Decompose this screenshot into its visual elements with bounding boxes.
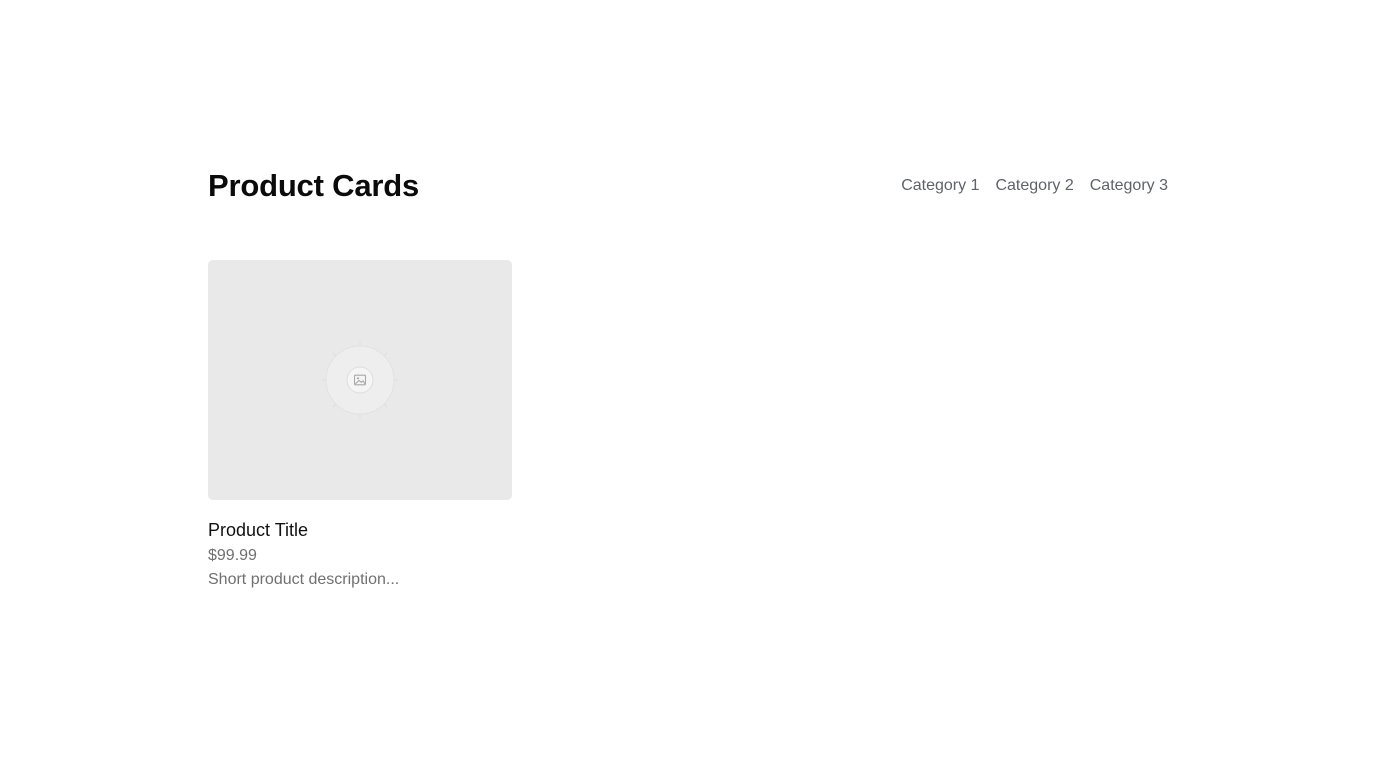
- category-link-1[interactable]: Category 1: [901, 176, 979, 196]
- product-cards-page: Product Cards Category 1 Category 2 Cate…: [0, 0, 1376, 768]
- product-title[interactable]: Product Title: [208, 519, 512, 541]
- product-card[interactable]: Product Title $99.99 Short product descr…: [208, 260, 512, 589]
- category-link-2[interactable]: Category 2: [995, 176, 1073, 196]
- image-placeholder-icon: [322, 342, 398, 418]
- category-link-3[interactable]: Category 3: [1090, 176, 1168, 196]
- product-description: Short product description...: [208, 571, 400, 588]
- product-image-placeholder[interactable]: [208, 260, 512, 500]
- page-title: Product Cards: [208, 168, 419, 203]
- page-header: Product Cards Category 1 Category 2 Cate…: [208, 166, 1168, 206]
- product-price: $99.99: [208, 547, 257, 564]
- category-nav: Category 1 Category 2 Category 3: [901, 176, 1168, 196]
